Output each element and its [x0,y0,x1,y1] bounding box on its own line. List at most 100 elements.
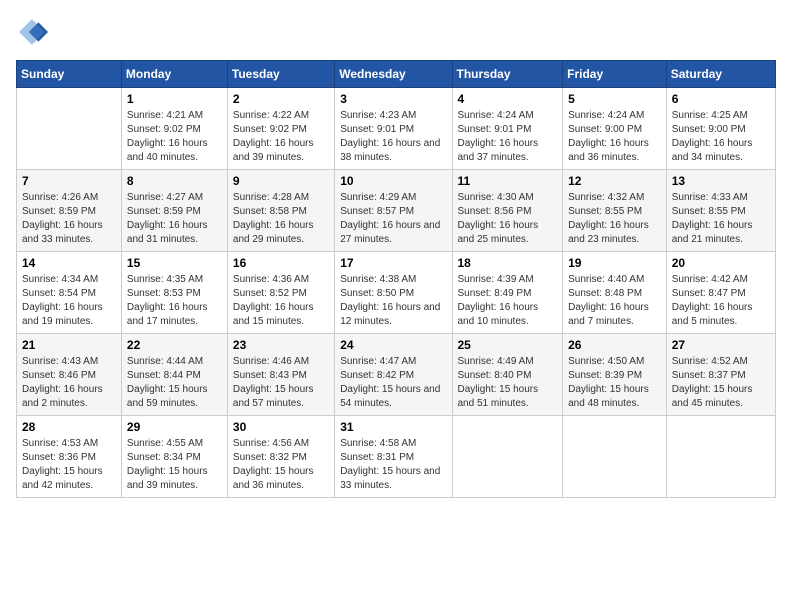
calendar-cell: 18Sunrise: 4:39 AM Sunset: 8:49 PM Dayli… [452,252,563,334]
day-number: 8 [127,174,222,188]
day-header-friday: Friday [563,61,667,88]
day-number: 27 [672,338,770,352]
day-info: Sunrise: 4:40 AM Sunset: 8:48 PM Dayligh… [568,273,661,329]
day-number: 11 [458,174,558,188]
day-number: 2 [233,92,329,106]
day-header-thursday: Thursday [452,61,563,88]
day-number: 1 [127,92,222,106]
day-number: 21 [22,338,116,352]
calendar-cell: 15Sunrise: 4:35 AM Sunset: 8:53 PM Dayli… [121,252,227,334]
day-info: Sunrise: 4:29 AM Sunset: 8:57 PM Dayligh… [340,191,446,247]
day-info: Sunrise: 4:47 AM Sunset: 8:42 PM Dayligh… [340,355,446,411]
day-info: Sunrise: 4:25 AM Sunset: 9:00 PM Dayligh… [672,109,770,165]
calendar-cell: 4 Sunrise: 4:24 AM Sunset: 9:01 PM Daylig… [452,88,563,170]
day-number: 3 [340,92,446,106]
calendar-cell: 21 Sunrise: 4:43 AM Sunset: 8:46 PM Dayli… [17,334,122,416]
day-number: 6 [672,92,770,106]
week-row-3: 14 Sunrise: 4:34 AM Sunset: 8:54 PM Dayli… [17,252,776,334]
calendar-cell [17,88,122,170]
logo [16,16,52,48]
day-info: Sunrise: 4:53 AM Sunset: 8:36 PM Dayligh… [22,437,116,493]
day-number: 4 [458,92,558,106]
calendar-cell: 10 Sunrise: 4:29 AM Sunset: 8:57 PM Dayli… [335,170,452,252]
day-info: Sunrise: 4:52 AM Sunset: 8:37 PM Dayligh… [672,355,770,411]
calendar-cell [666,416,775,498]
calendar-cell: 25 Sunrise: 4:49 AM Sunset: 8:40 PM Dayli… [452,334,563,416]
day-number: 22 [127,338,222,352]
day-info: Sunrise: 4:43 AM Sunset: 8:46 PM Dayligh… [22,355,116,411]
calendar-cell [452,416,563,498]
day-info: Sunrise: 4:34 AM Sunset: 8:54 PM Dayligh… [22,273,116,329]
week-row-2: 7Sunrise: 4:26 AM Sunset: 8:59 PM Daylig… [17,170,776,252]
day-number: 25 [458,338,558,352]
day-info: Sunrise: 4:35 AM Sunset: 8:53 PM Dayligh… [127,273,222,329]
day-header-sunday: Sunday [17,61,122,88]
day-info: Sunrise: 4:44 AM Sunset: 8:44 PM Dayligh… [127,355,222,411]
calendar-cell: 13 Sunrise: 4:33 AM Sunset: 8:55 PM Dayli… [666,170,775,252]
day-info: Sunrise: 4:22 AM Sunset: 9:02 PM Dayligh… [233,109,329,165]
week-row-5: 28 Sunrise: 4:53 AM Sunset: 8:36 PM Dayli… [17,416,776,498]
calendar-cell: 11 Sunrise: 4:30 AM Sunset: 8:56 PM Dayli… [452,170,563,252]
calendar-cell: 23Sunrise: 4:46 AM Sunset: 8:43 PM Dayli… [227,334,334,416]
calendar-cell: 12 Sunrise: 4:32 AM Sunset: 8:55 PM Dayli… [563,170,667,252]
calendar-cell: 27 Sunrise: 4:52 AM Sunset: 8:37 PM Dayli… [666,334,775,416]
day-info: Sunrise: 4:38 AM Sunset: 8:50 PM Dayligh… [340,273,446,329]
day-number: 12 [568,174,661,188]
day-number: 16 [233,256,329,270]
day-info: Sunrise: 4:32 AM Sunset: 8:55 PM Dayligh… [568,191,661,247]
page-header [16,16,776,48]
day-info: Sunrise: 4:42 AM Sunset: 8:47 PM Dayligh… [672,273,770,329]
day-number: 28 [22,420,116,434]
calendar-cell: 28 Sunrise: 4:53 AM Sunset: 8:36 PM Dayli… [17,416,122,498]
day-header-tuesday: Tuesday [227,61,334,88]
day-info: Sunrise: 4:23 AM Sunset: 9:01 PM Dayligh… [340,109,446,165]
day-info: Sunrise: 4:36 AM Sunset: 8:52 PM Dayligh… [233,273,329,329]
calendar-cell: 26Sunrise: 4:50 AM Sunset: 8:39 PM Dayli… [563,334,667,416]
calendar-cell: 16 Sunrise: 4:36 AM Sunset: 8:52 PM Dayli… [227,252,334,334]
day-number: 24 [340,338,446,352]
day-info: Sunrise: 4:55 AM Sunset: 8:34 PM Dayligh… [127,437,222,493]
day-info: Sunrise: 4:24 AM Sunset: 9:01 PM Dayligh… [458,109,558,165]
calendar-cell: 3 Sunrise: 4:23 AM Sunset: 9:01 PM Daylig… [335,88,452,170]
day-header-wednesday: Wednesday [335,61,452,88]
day-info: Sunrise: 4:56 AM Sunset: 8:32 PM Dayligh… [233,437,329,493]
day-number: 5 [568,92,661,106]
calendar-cell: 19 Sunrise: 4:40 AM Sunset: 8:48 PM Dayli… [563,252,667,334]
calendar-cell: 17Sunrise: 4:38 AM Sunset: 8:50 PM Dayli… [335,252,452,334]
day-info: Sunrise: 4:30 AM Sunset: 8:56 PM Dayligh… [458,191,558,247]
calendar-cell: 24 Sunrise: 4:47 AM Sunset: 8:42 PM Dayli… [335,334,452,416]
calendar-cell: 6 Sunrise: 4:25 AM Sunset: 9:00 PM Daylig… [666,88,775,170]
calendar-cell: 22 Sunrise: 4:44 AM Sunset: 8:44 PM Dayli… [121,334,227,416]
day-number: 18 [458,256,558,270]
day-number: 14 [22,256,116,270]
day-number: 19 [568,256,661,270]
calendar-cell: 14 Sunrise: 4:34 AM Sunset: 8:54 PM Dayli… [17,252,122,334]
week-row-1: 1 Sunrise: 4:21 AM Sunset: 9:02 PM Daylig… [17,88,776,170]
calendar-cell: 31Sunrise: 4:58 AM Sunset: 8:31 PM Dayli… [335,416,452,498]
day-info: Sunrise: 4:50 AM Sunset: 8:39 PM Dayligh… [568,355,661,411]
day-info: Sunrise: 4:21 AM Sunset: 9:02 PM Dayligh… [127,109,222,165]
calendar-cell: 8Sunrise: 4:27 AM Sunset: 8:59 PM Daylig… [121,170,227,252]
calendar-cell: 20Sunrise: 4:42 AM Sunset: 8:47 PM Dayli… [666,252,775,334]
day-number: 30 [233,420,329,434]
day-info: Sunrise: 4:33 AM Sunset: 8:55 PM Dayligh… [672,191,770,247]
day-info: Sunrise: 4:49 AM Sunset: 8:40 PM Dayligh… [458,355,558,411]
week-row-4: 21 Sunrise: 4:43 AM Sunset: 8:46 PM Dayli… [17,334,776,416]
day-number: 7 [22,174,116,188]
day-number: 23 [233,338,329,352]
day-info: Sunrise: 4:24 AM Sunset: 9:00 PM Dayligh… [568,109,661,165]
day-number: 10 [340,174,446,188]
calendar-cell [563,416,667,498]
calendar-cell: 29Sunrise: 4:55 AM Sunset: 8:34 PM Dayli… [121,416,227,498]
logo-icon [16,16,48,48]
day-header-saturday: Saturday [666,61,775,88]
calendar-cell: 7Sunrise: 4:26 AM Sunset: 8:59 PM Daylig… [17,170,122,252]
days-header-row: SundayMondayTuesdayWednesdayThursdayFrid… [17,61,776,88]
day-number: 13 [672,174,770,188]
calendar-cell: 1 Sunrise: 4:21 AM Sunset: 9:02 PM Daylig… [121,88,227,170]
calendar-table: SundayMondayTuesdayWednesdayThursdayFrid… [16,60,776,498]
day-info: Sunrise: 4:28 AM Sunset: 8:58 PM Dayligh… [233,191,329,247]
day-number: 9 [233,174,329,188]
calendar-cell: 5 Sunrise: 4:24 AM Sunset: 9:00 PM Daylig… [563,88,667,170]
day-number: 31 [340,420,446,434]
